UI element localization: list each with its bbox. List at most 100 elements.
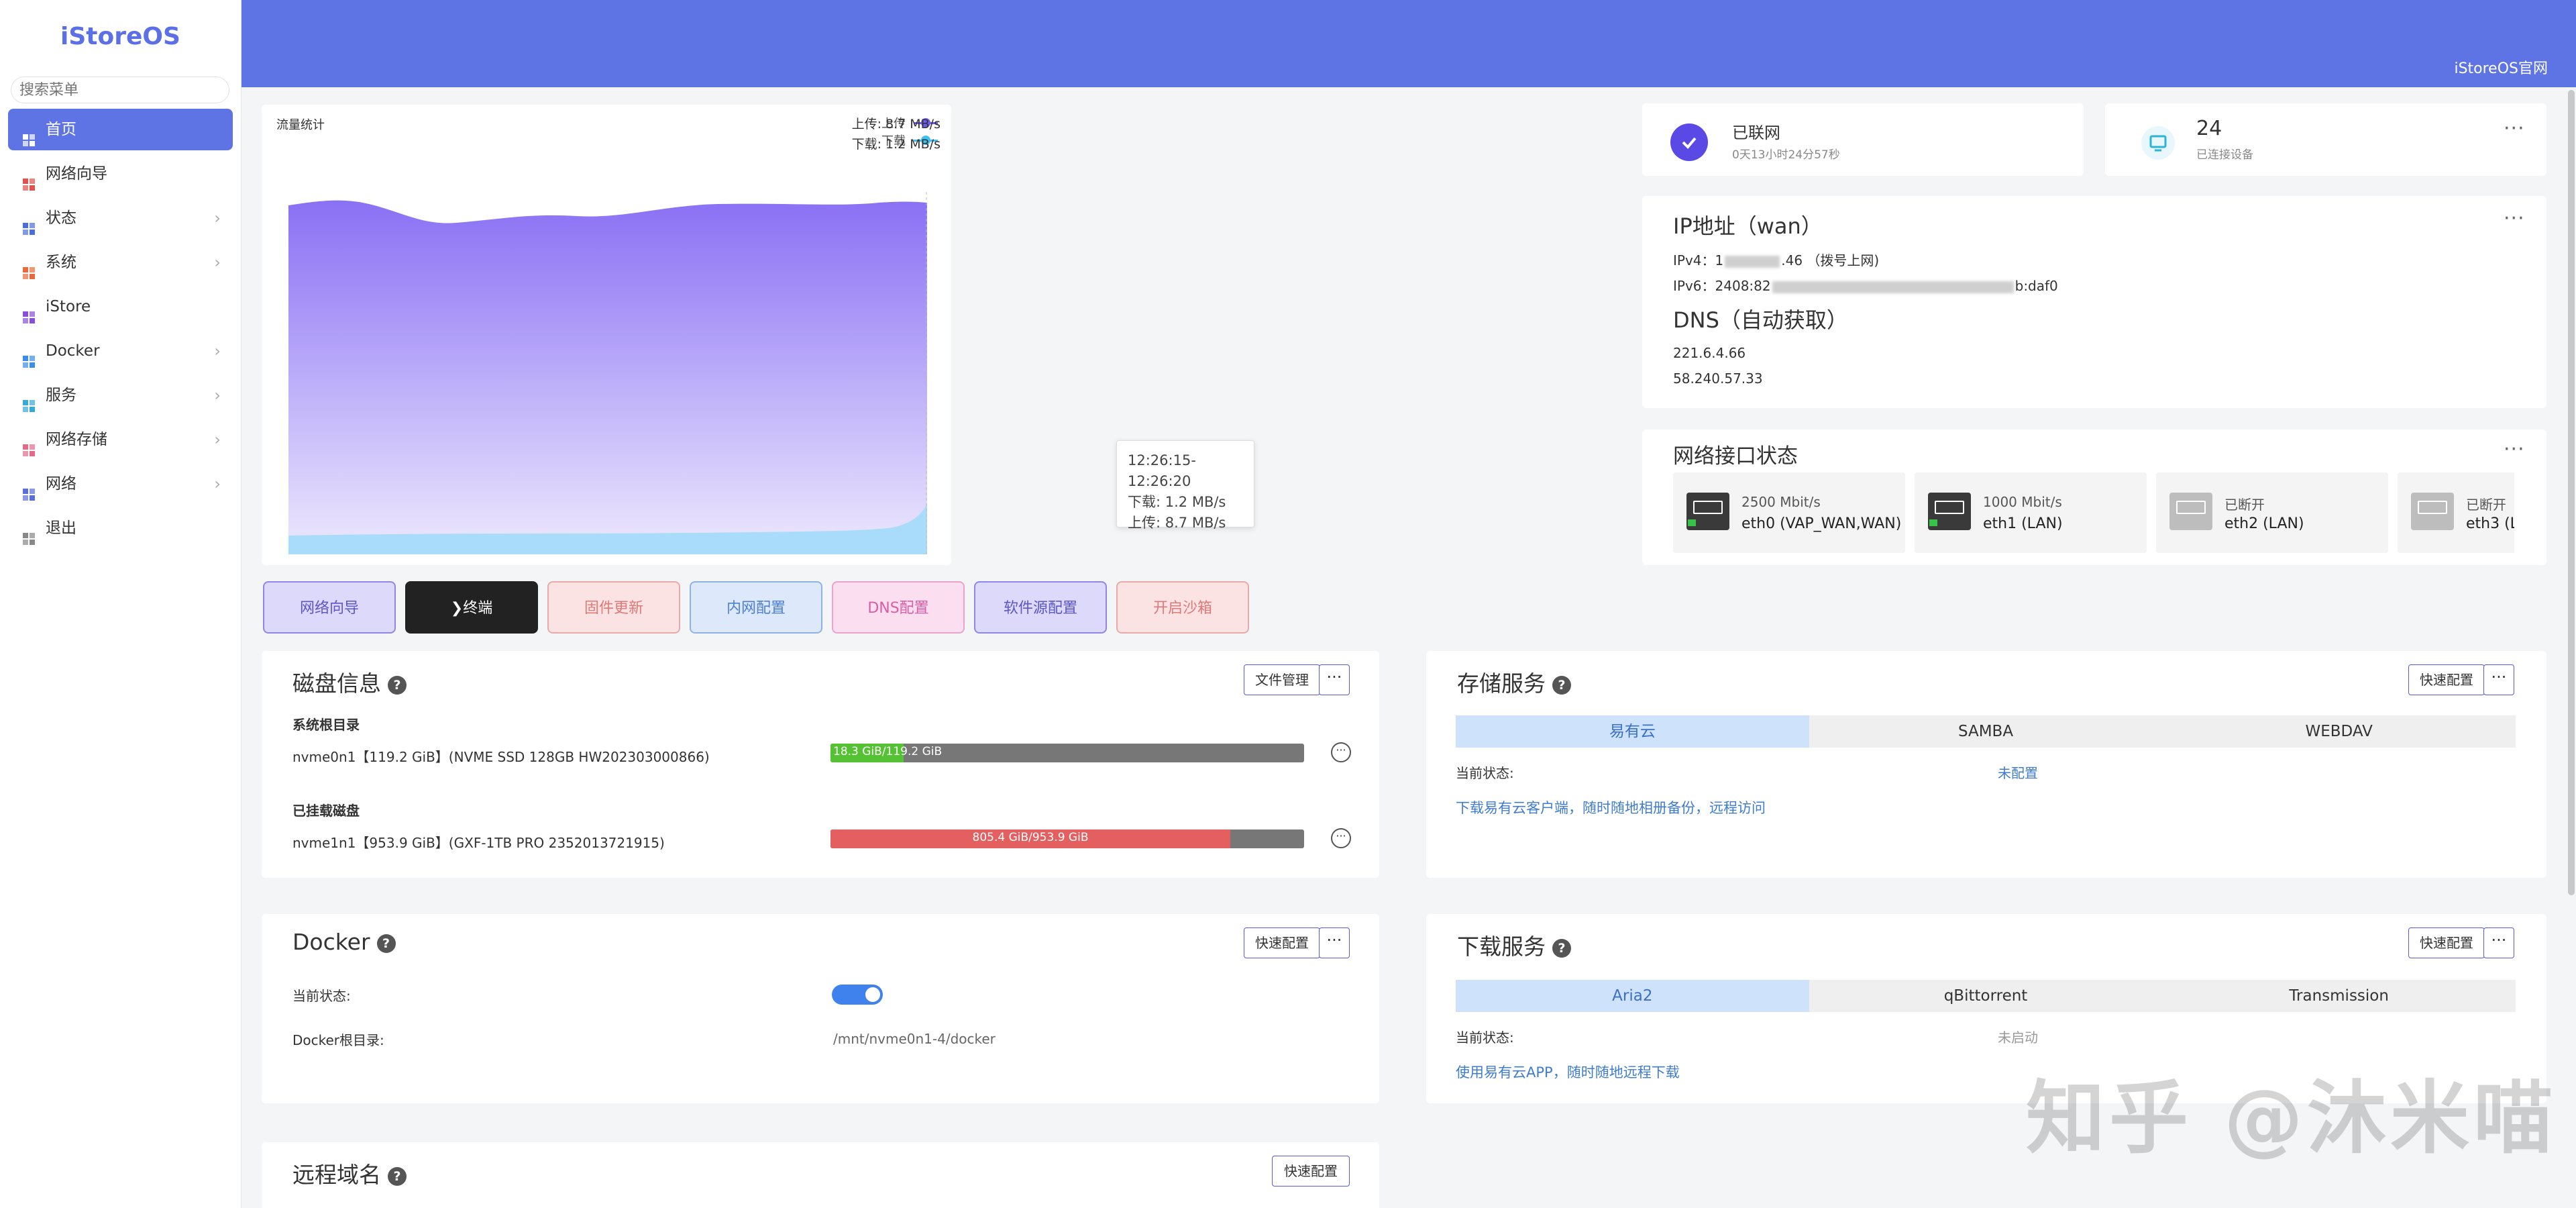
- root-dir-title: 系统根目录: [292, 717, 360, 733]
- docker-root-label: Docker根目录:: [292, 1032, 384, 1048]
- traffic-tooltip: 12:26:15-12:26:20 下载: 1.2 MB/s 上传: 8.7 M…: [1116, 440, 1254, 531]
- download-tab-2[interactable]: Transmission: [2162, 980, 2516, 1012]
- sidebar-item-8[interactable]: 网络 ›: [8, 463, 233, 505]
- connected-devices-card[interactable]: 24 已连接设备 ···: [2105, 103, 2546, 176]
- storage-quick-config-button[interactable]: 快速配置: [2408, 664, 2485, 695]
- menu-search-input[interactable]: [11, 77, 229, 103]
- remote-quick-config-button[interactable]: 快速配置: [1272, 1156, 1350, 1187]
- port-speed: 已断开: [2466, 497, 2506, 513]
- download-quick-config-button[interactable]: 快速配置: [2408, 927, 2485, 958]
- ethernet-port-icon: [1686, 493, 1729, 530]
- sidebar-item-5[interactable]: Docker ›: [8, 330, 233, 372]
- official-site-link[interactable]: iStoreOS官网: [2454, 56, 2548, 78]
- download-app-link[interactable]: 使用易有云APP，随时随地远程下载: [1456, 1062, 1680, 1082]
- mounted-usage-text: 805.4 GiB/953.9 GiB: [972, 831, 1089, 844]
- tooltip-download: 下载: 1.2 MB/s: [1128, 494, 1226, 510]
- sidebar-item-7[interactable]: 网络存储 ›: [8, 419, 233, 460]
- help-icon[interactable]: ?: [1552, 675, 1571, 695]
- sidebar-item-6[interactable]: 服务 ›: [8, 374, 233, 416]
- docker-more-button[interactable]: ···: [1319, 927, 1350, 958]
- traffic-stats-card: 流量统计 上传 下载 上传: 8.7 MB/s 下载: 1.2 MB/s: [262, 105, 951, 565]
- ip-title: IP地址（wan）: [1673, 213, 1823, 239]
- chevron-right-icon: ›: [214, 209, 221, 228]
- quick-button-2[interactable]: 固件更新: [547, 581, 680, 634]
- disk-info-card: 磁盘信息? 文件管理 ··· 系统根目录 nvme0n1【119.2 GiB】(…: [262, 651, 1379, 878]
- watermark: 知乎 @沐米喵: [2026, 1072, 2557, 1164]
- storage-tab-0[interactable]: 易有云: [1456, 715, 1809, 748]
- download-tab-0[interactable]: Aria2: [1456, 980, 1809, 1012]
- traffic-rates: 上传: 8.7 MB/s 下载: 1.2 MB/s: [852, 114, 941, 154]
- sidebar-item-label: 网络: [46, 475, 76, 493]
- file-manager-button[interactable]: 文件管理: [1244, 664, 1320, 695]
- mounted-disk-menu-icon[interactable]: ···: [1331, 828, 1351, 848]
- disk-more-button[interactable]: ···: [1319, 664, 1350, 695]
- quick-button-6[interactable]: 开启沙箱: [1116, 581, 1249, 634]
- port-speed: 2500 Mbit/s: [1741, 494, 1821, 510]
- docker-state-label: 当前状态:: [292, 988, 351, 1004]
- port-0[interactable]: 2500 Mbit/s eth0 (VAP_WAN,WAN): [1673, 472, 1905, 553]
- docker-root-value: /mnt/nvme0n1-4/docker: [833, 1031, 996, 1047]
- quick-button-5[interactable]: 软件源配置: [974, 581, 1107, 634]
- traffic-title: 流量统计: [276, 118, 325, 132]
- port-speed: 已断开: [2224, 497, 2265, 513]
- upload-area: [288, 200, 927, 554]
- remote-title: 远程域名?: [292, 1157, 407, 1189]
- root-disk-name: nvme0n1【119.2 GiB】(NVME SSD 128GB HW2023…: [292, 749, 710, 765]
- docker-quick-config-button[interactable]: 快速配置: [1244, 927, 1320, 958]
- quick-button-3[interactable]: 内网配置: [690, 581, 822, 634]
- sidebar-item-0[interactable]: 首页: [8, 109, 233, 150]
- sidebar-item-4[interactable]: iStore: [8, 286, 233, 328]
- sidebar: iStoreOS 首页网络向导状态›系统›iStoreDocker›服务›网络存…: [0, 0, 241, 1208]
- storage-tab-2[interactable]: WEBDAV: [2162, 715, 2516, 748]
- download-more-button[interactable]: ···: [2483, 927, 2514, 958]
- port-list: 2500 Mbit/s eth0 (VAP_WAN,WAN) 1000 Mbit/s…: [1642, 430, 2514, 565]
- download-state-value: 未启动: [1998, 1029, 2038, 1046]
- quick-button-0[interactable]: 网络向导: [263, 581, 396, 634]
- dns-secondary: 58.240.57.33: [1673, 370, 1763, 387]
- devices-more-button[interactable]: ···: [2504, 119, 2525, 139]
- status-icon: [21, 211, 36, 235]
- chevron-right-icon: ›: [214, 386, 221, 405]
- port-1[interactable]: 1000 Mbit/s eth1 (LAN): [1915, 472, 2147, 553]
- mounted-disk-name: nvme1n1【953.9 GiB】(GXF-1TB PRO 235201372…: [292, 835, 665, 851]
- download-tab-1[interactable]: qBittorrent: [1809, 980, 2163, 1012]
- root-usage-text: 18.3 GiB/119.2 GiB: [833, 745, 943, 758]
- sidebar-item-3[interactable]: 系统 ›: [8, 242, 233, 283]
- tooltip-upload: 上传: 8.7 MB/s: [1128, 515, 1226, 531]
- sidebar-item-1[interactable]: 网络向导: [8, 153, 233, 195]
- docker-icon: [21, 344, 36, 368]
- storage-tabs: 易有云 SAMBA WEBDAV: [1456, 715, 2516, 748]
- device-count: 24: [2196, 117, 2222, 140]
- download-tabs: Aria2 qBittorrent Transmission: [1456, 980, 2516, 1012]
- storage-state-value[interactable]: 未配置: [1998, 762, 2038, 782]
- docker-toggle[interactable]: [832, 985, 883, 1005]
- storage-download-link[interactable]: 下载易有云客户端，随时随地相册备份，远程访问: [1456, 797, 1766, 817]
- help-icon[interactable]: ?: [376, 934, 396, 953]
- sidebar-item-9[interactable]: 退出: [8, 507, 233, 549]
- help-icon[interactable]: ?: [1552, 938, 1571, 958]
- port-2[interactable]: 已断开 eth2 (LAN): [2156, 472, 2388, 553]
- help-icon[interactable]: ?: [388, 1166, 407, 1186]
- connected-check-icon: [1670, 123, 1708, 161]
- disk-title: 磁盘信息?: [292, 666, 407, 698]
- quick-button-4[interactable]: DNS配置: [832, 581, 965, 634]
- sidebar-item-label: 网络向导: [46, 165, 107, 183]
- storage-more-button[interactable]: ···: [2483, 664, 2514, 695]
- port-name: eth0 (VAP_WAN,WAN): [1741, 515, 1902, 532]
- tooltip-time: 12:26:15-12:26:20: [1128, 452, 1196, 489]
- traffic-chart[interactable]: [288, 192, 927, 554]
- sidebar-item-2[interactable]: 状态 ›: [8, 197, 233, 239]
- page-scrollbar[interactable]: [2568, 90, 2575, 895]
- root-disk-menu-icon[interactable]: ···: [1331, 742, 1351, 762]
- dns-primary: 221.6.4.66: [1673, 345, 1746, 361]
- sidebar-item-label: Docker: [46, 342, 100, 360]
- sidebar-menu: 首页 网络向导 状态 › 系统 › iStore Docker › 服务 › 网络存储 › 网络 › 退出: [0, 109, 241, 549]
- port-3[interactable]: 已断开 eth3 (LAN): [2398, 472, 2514, 553]
- help-icon[interactable]: ?: [388, 675, 407, 695]
- devices-icon: [2141, 126, 2175, 160]
- wizard-icon: [21, 166, 36, 191]
- storage-tab-1[interactable]: SAMBA: [1809, 715, 2163, 748]
- quick-button-1[interactable]: ❯终端: [405, 581, 538, 634]
- ip-more-button[interactable]: ···: [2504, 209, 2525, 229]
- app-logo[interactable]: iStoreOS: [0, 23, 241, 63]
